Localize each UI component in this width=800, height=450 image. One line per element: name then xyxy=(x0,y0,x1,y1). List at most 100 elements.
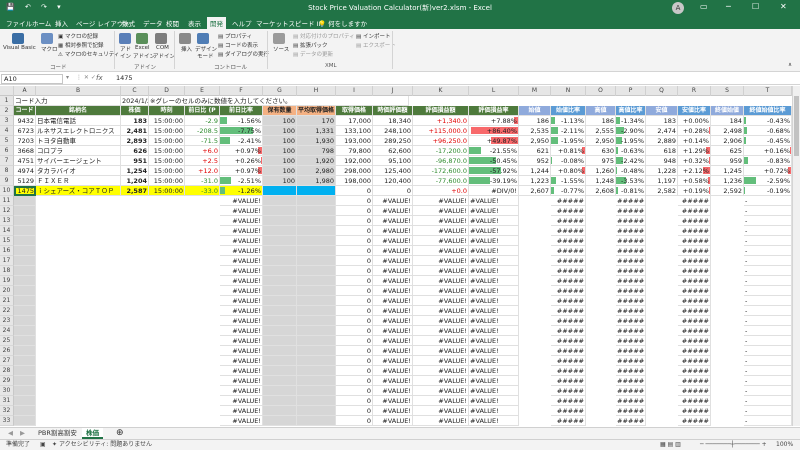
dash-cell[interactable]: - xyxy=(744,196,792,206)
relative-ref-button[interactable]: ▦ 相対参照で記録 xyxy=(58,41,103,49)
data-cell[interactable]: +0.26% xyxy=(220,156,263,166)
row-header[interactable]: 6 xyxy=(0,146,14,156)
column-header[interactable]: H xyxy=(297,86,336,96)
note-cell[interactable]: ※グレーのセルのみに数値を入力してください。 xyxy=(149,96,409,106)
data-cell[interactable]: 1,920 xyxy=(297,156,336,166)
tab-developer[interactable]: 開発 xyxy=(207,17,226,29)
error-cell[interactable]: #VALUE! xyxy=(373,206,413,216)
fx-icon[interactable]: fx xyxy=(96,74,103,82)
dash-cell[interactable]: - xyxy=(744,216,792,226)
error-cell[interactable]: #VALUE! xyxy=(413,326,469,336)
error-cell[interactable]: #VALUE! xyxy=(469,406,519,416)
row-header[interactable]: 22 xyxy=(0,306,14,316)
hash-cell[interactable]: ##### xyxy=(551,246,586,256)
row-header[interactable]: 18 xyxy=(0,266,14,276)
hash-cell[interactable]: ##### xyxy=(678,406,711,416)
column-header[interactable]: F xyxy=(220,86,263,96)
data-cell[interactable]: -0.77% xyxy=(551,186,586,196)
hash-cell[interactable]: ##### xyxy=(551,386,586,396)
hash-cell[interactable]: ##### xyxy=(678,286,711,296)
error-cell[interactable]: #VALUE! xyxy=(220,376,263,386)
data-cell[interactable]: -1.55% xyxy=(551,176,586,186)
error-cell[interactable]: #VALUE! xyxy=(413,416,469,426)
data-cell[interactable]: 2,906 xyxy=(711,136,744,146)
column-header[interactable]: A xyxy=(14,86,36,96)
data-cell[interactable]: 2,592 xyxy=(711,186,744,196)
input-cell[interactable] xyxy=(297,326,336,336)
data-cell[interactable]: 2,498 xyxy=(711,126,744,136)
tell-me-search[interactable]: 💡 何をしますか xyxy=(318,18,367,28)
input-cell[interactable] xyxy=(14,386,36,396)
input-cell[interactable] xyxy=(263,246,297,256)
data-cell[interactable]: -39.19% xyxy=(469,176,519,186)
data-cell[interactable]: -172,600.0 xyxy=(413,166,469,176)
hash-cell[interactable]: ##### xyxy=(551,226,586,236)
input-cell[interactable] xyxy=(263,286,297,296)
data-cell[interactable]: 0 xyxy=(336,186,373,196)
hash-cell[interactable]: ##### xyxy=(616,286,646,296)
input-cell[interactable] xyxy=(297,386,336,396)
zero-cell[interactable]: 0 xyxy=(336,256,373,266)
data-cell[interactable]: 7203 xyxy=(14,136,36,146)
data-cell[interactable]: -1.13% xyxy=(551,116,586,126)
input-cell[interactable] xyxy=(14,416,36,426)
error-cell[interactable]: #VALUE! xyxy=(413,316,469,326)
data-cell[interactable]: -0.19% xyxy=(744,186,792,196)
data-cell[interactable]: +0.0 xyxy=(413,186,469,196)
select-all-corner[interactable] xyxy=(0,86,14,96)
data-cell[interactable]: 1,980 xyxy=(297,176,336,186)
hash-cell[interactable]: ##### xyxy=(551,346,586,356)
error-cell[interactable]: #VALUE! xyxy=(373,306,413,316)
data-cell[interactable]: 618 xyxy=(646,146,678,156)
error-cell[interactable]: #VALUE! xyxy=(413,266,469,276)
data-cell[interactable]: +96,250.0 xyxy=(413,136,469,146)
hash-cell[interactable]: ##### xyxy=(678,256,711,266)
dash-cell[interactable]: - xyxy=(744,316,792,326)
data-cell[interactable]: 4751 xyxy=(14,156,36,166)
data-cell[interactable]: -1.95% xyxy=(551,136,586,146)
design-mode-icon[interactable] xyxy=(197,33,209,44)
excel-addins-icon[interactable] xyxy=(136,33,148,44)
error-cell[interactable]: #VALUE! xyxy=(220,276,263,286)
data-cell[interactable]: 192,000 xyxy=(336,156,373,166)
zero-cell[interactable]: 0 xyxy=(336,306,373,316)
input-cell[interactable] xyxy=(297,366,336,376)
input-cell[interactable] xyxy=(14,256,36,266)
error-cell[interactable]: #VALUE! xyxy=(373,316,413,326)
dash-cell[interactable]: - xyxy=(744,256,792,266)
input-cell[interactable] xyxy=(263,326,297,336)
data-cell[interactable]: -2.11% xyxy=(551,126,586,136)
visual-basic-icon[interactable] xyxy=(12,33,24,44)
data-cell[interactable]: 1,260 xyxy=(586,166,616,176)
sheet-tab-pbr[interactable]: PBR割高割安 xyxy=(34,428,81,439)
run-dialog-button[interactable]: ▤ ダイアログの実行 xyxy=(218,50,269,58)
zero-cell[interactable]: 0 xyxy=(336,206,373,216)
error-cell[interactable]: #VALUE! xyxy=(469,356,519,366)
hash-cell[interactable]: ##### xyxy=(551,326,586,336)
timestamp-cell[interactable]: 2024/1/27 19:08 xyxy=(121,96,149,106)
ribbon-display-icon[interactable]: ▭ xyxy=(700,2,708,11)
error-cell[interactable]: #VALUE! xyxy=(413,216,469,226)
error-cell[interactable]: #VALUE! xyxy=(413,236,469,246)
row-header[interactable]: 25 xyxy=(0,336,14,346)
accessibility-status[interactable]: ✦ アクセシビリティ: 問題ありません xyxy=(52,440,152,450)
data-cell[interactable]: 100 xyxy=(263,136,297,146)
zero-cell[interactable]: 0 xyxy=(336,376,373,386)
data-cell[interactable]: 4974 xyxy=(14,166,36,176)
input-cell[interactable] xyxy=(297,396,336,406)
input-cell[interactable] xyxy=(263,386,297,396)
error-cell[interactable]: #VALUE! xyxy=(469,296,519,306)
zero-cell[interactable]: 0 xyxy=(336,196,373,206)
view-buttons[interactable]: ▦ ▤ ▥ xyxy=(660,440,681,450)
input-cell[interactable] xyxy=(14,296,36,306)
hash-cell[interactable]: ##### xyxy=(616,356,646,366)
data-cell[interactable]: 15:00:00 xyxy=(149,136,185,146)
import-button[interactable]: ▤ インポート xyxy=(356,32,390,40)
com-addins-button[interactable]: COM xyxy=(156,45,169,51)
hash-cell[interactable]: ##### xyxy=(616,296,646,306)
data-cell[interactable]: 952 xyxy=(519,156,551,166)
input-cell[interactable] xyxy=(297,206,336,216)
data-cell[interactable]: -2.9 xyxy=(185,116,220,126)
dash-cell[interactable]: - xyxy=(744,326,792,336)
error-cell[interactable]: #VALUE! xyxy=(373,226,413,236)
